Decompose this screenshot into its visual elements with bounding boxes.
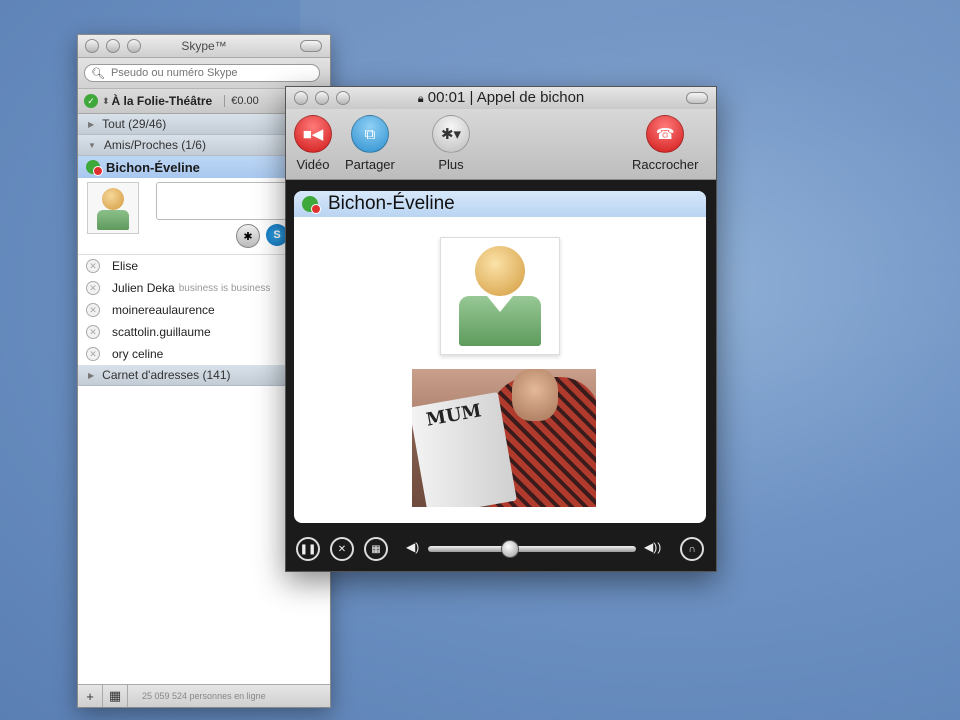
self-video-preview[interactable]: MUM — [412, 369, 596, 507]
call-panel: Bichon-Éveline MUM — [294, 191, 706, 523]
avatar-head-icon — [475, 246, 525, 296]
hangup-phone-icon: ☎ — [646, 115, 685, 153]
dialpad-button[interactable]: ▦ — [103, 685, 128, 707]
offline-status-icon: ✕ — [86, 303, 100, 317]
headset-button[interactable]: ∩ — [680, 537, 704, 561]
lock-icon: 🔒︎ — [417, 93, 424, 105]
call-contact-header: Bichon-Éveline — [294, 191, 706, 217]
toolbar-toggle-button[interactable] — [300, 40, 322, 52]
user-display-name[interactable]: À la Folie-Théâtre — [112, 94, 213, 108]
contact-name: Elise — [112, 259, 139, 273]
contact-name: moinereaulaurence — [112, 303, 215, 317]
call-toolbar: ■◀ Vidéo ⧉ Partager ✱▾ Plus ☎ Raccrocher — [286, 109, 716, 180]
search-box[interactable]: 🔍︎ — [84, 64, 320, 82]
offline-status-icon: ✕ — [86, 281, 100, 295]
offline-status-icon: ✕ — [86, 325, 100, 339]
avatar-body-icon — [97, 210, 129, 230]
share-label: Partager — [345, 157, 395, 172]
avatar-head-icon — [102, 188, 124, 210]
hangup-label: Raccrocher — [632, 157, 699, 172]
contact-mood: business is business — [178, 282, 271, 294]
search-icon: 🔍︎ — [91, 67, 105, 80]
video-face — [512, 369, 558, 421]
avatar[interactable] — [87, 182, 139, 234]
more-button[interactable]: ✱▾ Plus — [432, 115, 470, 172]
video-button[interactable]: ■◀ Vidéo — [294, 115, 332, 172]
contact-name: ory celine — [112, 347, 164, 361]
call-controls: ❚❚ ✕ ▦ ◀) ◀)) ∩ — [286, 525, 716, 571]
dialpad-button[interactable]: ▦ — [364, 537, 388, 561]
gear-icon[interactable]: ✱ — [236, 224, 260, 248]
mute-mic-button[interactable]: ✕ — [330, 537, 354, 561]
more-label: Plus — [438, 157, 464, 172]
volume-slider[interactable] — [428, 546, 636, 552]
avatar-collar-icon — [487, 296, 513, 312]
online-status-icon[interactable]: ✓ — [84, 94, 98, 108]
call-window: 🔒︎ 00:01 | Appel de bichon ■◀ Vidéo ⧉ Pa… — [285, 86, 717, 572]
main-titlebar[interactable]: Skype™ — [78, 35, 330, 58]
call-window-title: 🔒︎ 00:01 | Appel de bichon — [286, 89, 716, 106]
hangup-button[interactable]: ☎ Raccrocher — [632, 115, 698, 172]
in-call-status-icon — [86, 160, 103, 176]
group-label: Carnet d'adresses (141) — [102, 368, 231, 382]
share-button[interactable]: ⧉ Partager — [345, 115, 395, 172]
group-label: Amis/Proches (1/6) — [103, 138, 206, 152]
collapsed-triangle-icon: ▶ — [88, 370, 95, 380]
volume-high-icon: ◀)) — [644, 540, 662, 554]
selected-contact-name: Bichon-Éveline — [106, 159, 200, 175]
collapsed-triangle-icon: ▶ — [88, 119, 95, 129]
call-contact-name: Bichon-Éveline — [328, 193, 455, 214]
offline-status-icon: ✕ — [86, 347, 100, 361]
contact-name: Julien Deka — [112, 281, 175, 295]
video-camera-icon: ■◀ — [294, 115, 332, 153]
in-call-status-icon — [302, 196, 321, 214]
contact-actions: ✱ S — [236, 224, 288, 248]
main-window-title: Skype™ — [181, 39, 227, 53]
video-label: Vidéo — [296, 157, 330, 172]
gear-icon: ✱▾ — [432, 115, 470, 153]
offline-status-icon: ✕ — [86, 259, 100, 273]
bottom-bar: + ▦ 25 059 524 personnes en ligne — [78, 684, 330, 707]
add-contact-button[interactable]: + — [78, 685, 103, 707]
volume-knob[interactable] — [501, 540, 520, 558]
skype-credit[interactable]: €0.00 — [224, 95, 259, 107]
toolbar-toggle-button[interactable] — [686, 92, 708, 104]
share-screen-icon: ⧉ — [350, 115, 389, 153]
status-dropdown-icon[interactable]: ⬍ — [102, 96, 110, 107]
group-label: Tout (29/46) — [102, 117, 167, 131]
search-area: 🔍︎ — [78, 58, 330, 89]
call-title-text: 00:01 | Appel de bichon — [427, 89, 585, 106]
volume-low-icon: ◀) — [406, 540, 420, 554]
hold-button[interactable]: ❚❚ — [296, 537, 320, 561]
expanded-triangle-icon: ▼ — [88, 140, 96, 150]
online-users-count: 25 059 524 personnes en ligne — [142, 691, 266, 701]
contact-name: scattolin.guillaume — [112, 325, 211, 339]
call-titlebar[interactable]: 🔒︎ 00:01 | Appel de bichon — [286, 87, 716, 109]
search-input[interactable] — [108, 66, 293, 80]
remote-avatar — [440, 237, 560, 355]
